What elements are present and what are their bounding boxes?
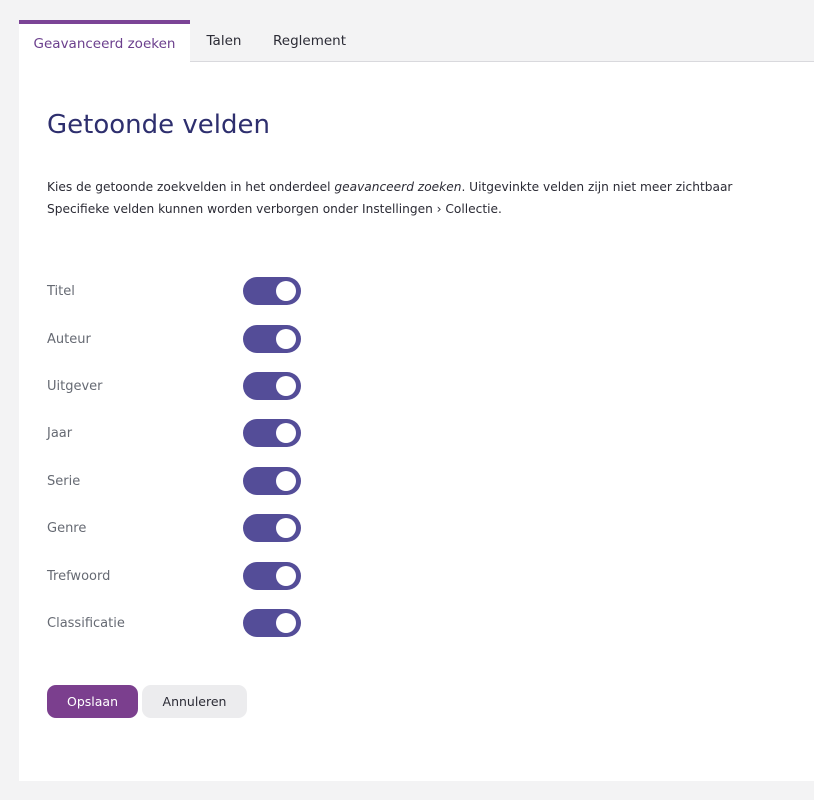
toggle-jaar[interactable] [243,419,301,447]
description-text: . Uitgevinkte velden zijn niet meer zich… [461,180,733,194]
toggle-serie[interactable] [243,467,301,495]
field-label: Genre [47,520,87,536]
field-label: Jaar [47,425,73,441]
tab-reglement[interactable]: Reglement [258,20,361,62]
description-emphasis: geavanceerd zoeken [334,180,462,194]
save-button[interactable]: Opslaan [47,685,138,718]
field-row-uitgever: Uitgever [47,371,307,401]
description-line-2: Specifieke velden kunnen worden verborge… [47,202,502,216]
toggle-knob [276,376,296,396]
toggle-knob [276,613,296,633]
toggle-classificatie[interactable] [243,609,301,637]
description-text: Kies de getoonde zoekvelden in het onder… [47,180,335,194]
toggle-knob [276,471,296,491]
toggle-knob [276,423,296,443]
field-row-auteur: Auteur [47,324,307,354]
toggle-uitgever[interactable] [243,372,301,400]
toggle-trefwoord[interactable] [243,562,301,590]
field-row-titel: Titel [47,276,307,306]
field-row-serie: Serie [47,466,307,496]
toggle-knob [276,518,296,538]
field-row-genre: Genre [47,513,307,543]
tab-bar: Geavanceerd zoeken Talen Reglement [0,0,814,63]
description-line-1: Kies de getoonde zoekvelden in het onder… [47,176,807,198]
toggle-titel[interactable] [243,277,301,305]
field-label: Titel [47,283,75,299]
settings-panel: Getoonde velden Kies de getoonde zoekvel… [19,61,814,781]
toggle-knob [276,329,296,349]
field-label: Trefwoord [47,568,111,584]
tab-talen[interactable]: Talen [190,20,258,62]
field-label: Uitgever [47,378,103,394]
page-title: Getoonde velden [47,110,270,140]
field-label: Serie [47,473,81,489]
tab-geavanceerd-zoeken[interactable]: Geavanceerd zoeken [19,20,190,63]
field-label: Auteur [47,331,91,347]
toggle-auteur[interactable] [243,325,301,353]
toggle-knob [276,566,296,586]
field-row-trefwoord: Trefwoord [47,561,307,591]
field-row-classificatie: Classificatie [47,608,307,638]
cancel-button[interactable]: Annuleren [142,685,247,718]
toggle-genre[interactable] [243,514,301,542]
description: Kies de getoonde zoekvelden in het onder… [47,176,807,220]
toggle-knob [276,281,296,301]
field-row-jaar: Jaar [47,418,307,448]
field-label: Classificatie [47,615,125,631]
